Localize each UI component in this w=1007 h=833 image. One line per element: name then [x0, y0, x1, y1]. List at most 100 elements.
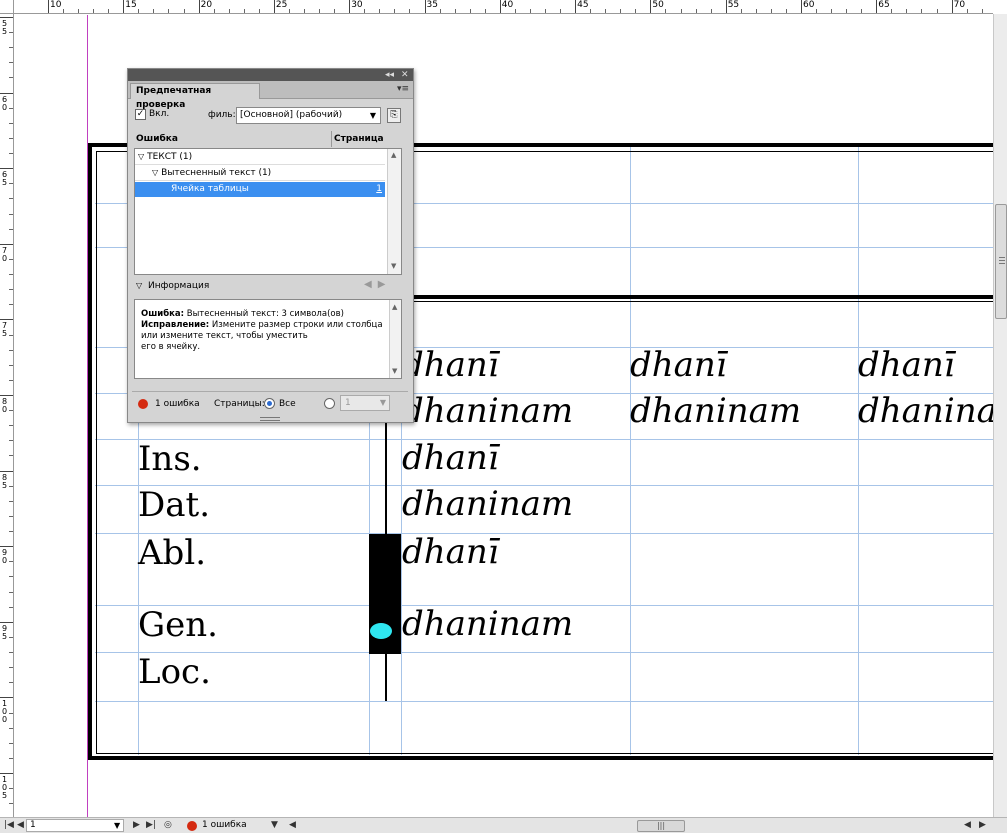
preflight-on-checkbox[interactable]: ✓ — [135, 109, 146, 120]
ruler-minor-tick — [153, 9, 155, 13]
info-nav-arrows[interactable]: ◀▶ — [364, 279, 391, 290]
column-header-error[interactable]: Ошибка — [136, 133, 178, 147]
ruler-major-tick — [0, 546, 13, 548]
ruler-label: 80 — [1, 397, 8, 414]
pages-range-field[interactable]: 1 ▼ — [340, 395, 390, 411]
panel-menu-icon[interactable]: ▾≡ — [397, 83, 409, 95]
scroll-down-icon[interactable]: ▼ — [392, 366, 397, 377]
info-scrollbar[interactable]: ▲ ▼ — [389, 300, 401, 378]
ruler-horizontal[interactable]: 10 15 20 25 30 35 40 45 50 55 60 65 70 — [14, 0, 993, 14]
ruler-minor-tick — [680, 9, 682, 13]
ruler-minor-tick — [63, 9, 65, 13]
ruler-label: 35 — [426, 0, 438, 10]
form-cell: dhaninam — [630, 391, 802, 431]
ruler-minor-tick — [394, 9, 396, 13]
last-page-icon[interactable]: ▶| — [146, 820, 156, 831]
error-tree[interactable]: ▽ ТЕКСТ (1) ▽ Вытесненный текст (1) Ячейка… — [134, 148, 402, 275]
profile-label: филь: — [208, 110, 236, 120]
ruler-minor-tick — [785, 9, 787, 13]
ruler-major-tick — [0, 470, 13, 472]
pages-range-value: 1 — [345, 398, 351, 408]
ruler-minor-tick — [484, 9, 486, 13]
scroll-down-icon[interactable]: ▼ — [391, 262, 396, 270]
ruler-major-tick — [0, 395, 13, 396]
panel-title-bar[interactable]: ◂◂ ✕ — [128, 69, 413, 81]
error-status-icon — [138, 399, 148, 409]
ruler-minor-tick — [740, 9, 742, 13]
scroll-left-icon[interactable]: ◀ — [289, 820, 296, 831]
overset-marker-icon[interactable] — [370, 623, 392, 639]
chevron-down-icon[interactable]: ▼ — [114, 821, 120, 830]
horizontal-scrollbar-thumb[interactable]: ||| — [637, 820, 685, 832]
ruler-label: 45 — [577, 0, 589, 10]
ruler-minor-tick — [213, 9, 215, 13]
ruler-minor-tick — [9, 485, 13, 487]
pages-all-radio[interactable] — [264, 398, 275, 409]
ruler-minor-tick — [906, 9, 908, 13]
ruler-minor-tick — [439, 9, 441, 13]
next-page-icon[interactable]: ▶ — [133, 820, 140, 831]
ruler-major-tick — [499, 0, 501, 13]
ruler-major-tick — [801, 0, 802, 13]
preflight-on-label: Вкл. — [149, 109, 170, 119]
ruler-minor-tick — [379, 9, 381, 13]
ruler-minor-tick — [9, 47, 13, 49]
scroll-left-icon[interactable]: ◀ — [964, 820, 971, 831]
ruler-minor-tick — [514, 9, 516, 13]
ruler-minor-tick — [9, 515, 13, 517]
tree-scrollbar[interactable]: ▲ ▼ — [387, 149, 401, 274]
vertical-scrollbar[interactable] — [993, 14, 1007, 817]
ruler-minor-tick — [9, 531, 13, 533]
form-cell: dhaninam — [402, 604, 574, 644]
preflight-panel[interactable]: ◂◂ ✕ Предпечатная проверка ▾≡ ✓ Вкл. фил… — [127, 68, 414, 423]
chevron-down-icon[interactable]: ▼ — [271, 820, 278, 831]
ruler-major-tick — [0, 92, 13, 94]
profile-settings-icon[interactable]: ⎘ — [387, 108, 401, 123]
ruler-major-tick — [0, 168, 13, 170]
pages-range-radio[interactable] — [324, 398, 335, 409]
form-cell: dhanī — [858, 345, 955, 385]
form-cell: dhanī — [402, 345, 499, 385]
preflight-status-icon[interactable]: ◎ — [164, 820, 172, 831]
ruler-major-tick — [273, 0, 275, 13]
ruler-label: 20 — [200, 0, 213, 10]
first-page-icon[interactable]: |◀ — [4, 820, 14, 831]
ruler-minor-tick — [9, 757, 13, 759]
disclosure-triangle-icon[interactable]: ▽ — [138, 152, 144, 161]
disclosure-triangle-icon[interactable]: ▽ — [152, 168, 158, 177]
panel-resize-grip[interactable] — [260, 417, 280, 421]
scroll-right-icon[interactable]: ▶ — [979, 820, 986, 831]
prev-page-icon[interactable]: ◀ — [17, 820, 24, 831]
collapse-icon[interactable]: ◂◂ — [385, 69, 394, 81]
ruler-minor-tick — [966, 9, 968, 13]
scroll-up-icon[interactable]: ▲ — [391, 151, 396, 159]
tree-item-text[interactable]: ▽ ТЕКСТ (1) — [135, 149, 385, 164]
disclosure-triangle-icon[interactable]: ▽ — [136, 281, 142, 290]
ruler-origin[interactable] — [0, 0, 14, 14]
tab-preflight[interactable]: Предпечатная проверка — [130, 83, 260, 110]
ruler-vertical[interactable]: 55 60 65 70 75 80 85 90 95 100 105 — [0, 14, 14, 817]
ruler-minor-tick — [9, 77, 13, 79]
panel-tab-row: Предпечатная проверка ▾≡ — [128, 81, 413, 110]
tree-item-overset[interactable]: ▽ Вытесненный текст (1) — [135, 165, 385, 180]
ruler-minor-tick — [755, 9, 757, 13]
ruler-minor-tick — [9, 228, 13, 230]
profile-select[interactable]: [Основной] (рабочий) ▼ — [236, 107, 381, 124]
tree-item-page-link[interactable]: 1 — [376, 182, 382, 197]
tree-item-label: ТЕКСТ (1) — [147, 152, 193, 162]
scroll-up-icon[interactable]: ▲ — [392, 302, 397, 313]
ruler-label: 85 — [1, 472, 8, 490]
info-section-header[interactable]: ▽ Информация — [136, 280, 209, 292]
page-number-field[interactable]: 1 — [26, 819, 124, 832]
close-icon[interactable]: ✕ — [401, 69, 409, 81]
column-header-page[interactable]: Страница — [334, 133, 384, 147]
ruler-minor-tick — [9, 213, 13, 215]
ruler-minor-tick — [770, 9, 772, 13]
ruler-minor-tick — [9, 455, 13, 457]
tree-item-table-cell[interactable]: Ячейка таблицы 1 — [135, 182, 385, 197]
status-error-count[interactable]: 1 ошибка — [202, 820, 247, 831]
ruler-minor-tick — [9, 500, 13, 502]
ruler-minor-tick — [9, 410, 13, 412]
scrollbar-thumb[interactable] — [995, 204, 1007, 319]
ruler-minor-tick — [605, 9, 607, 13]
